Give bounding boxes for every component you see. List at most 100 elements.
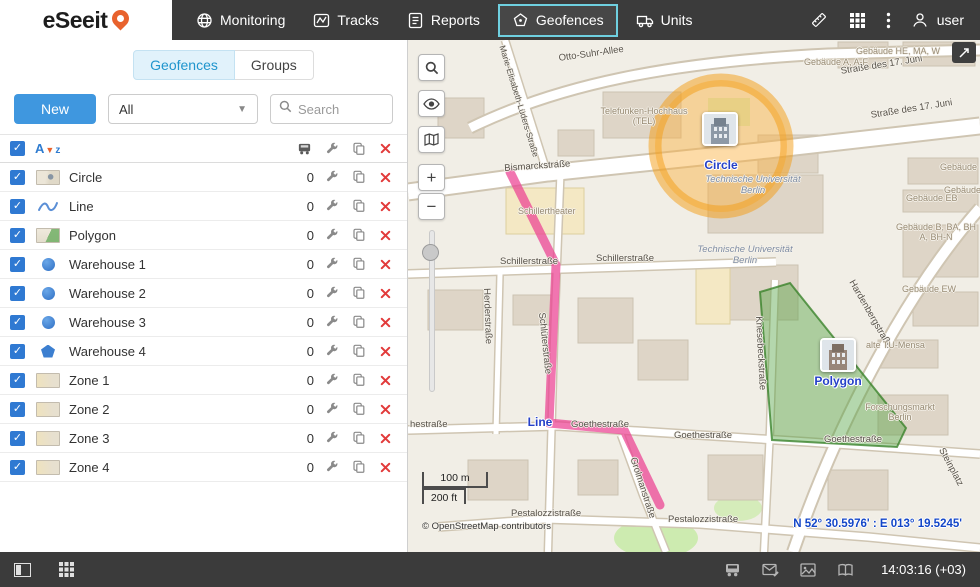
copy-column-icon[interactable] <box>345 142 372 156</box>
geofence-checkbox[interactable]: ✓ <box>10 256 25 272</box>
nav-monitoring[interactable]: Monitoring <box>186 4 295 37</box>
polygon-geofence-marker[interactable] <box>820 338 856 372</box>
image-icon[interactable] <box>800 562 816 577</box>
cursor-coordinates: N 52° 30.5976' : E 013° 19.5245' <box>793 518 962 530</box>
geofence-checkbox[interactable]: ✓ <box>10 459 25 475</box>
geofence-checkbox[interactable]: ✓ <box>10 343 25 359</box>
delete-geofence-button[interactable] <box>372 316 399 329</box>
edit-geofence-button[interactable] <box>318 286 345 300</box>
geofence-row[interactable]: ✓ Circle 0 <box>0 163 407 192</box>
layout-toggle-icon[interactable] <box>14 562 31 577</box>
edit-geofence-button[interactable] <box>318 344 345 358</box>
copy-geofence-button[interactable] <box>345 402 372 416</box>
copy-geofence-button[interactable] <box>345 431 372 445</box>
edit-geofence-button[interactable] <box>318 170 345 184</box>
geofence-row[interactable]: ✓ Warehouse 4 0 <box>0 337 407 366</box>
delete-geofence-button[interactable] <box>372 258 399 271</box>
geofence-row[interactable]: ✓ Zone 1 0 <box>0 366 407 395</box>
copy-geofence-button[interactable] <box>345 286 372 300</box>
geofence-row[interactable]: ✓ Warehouse 3 0 <box>0 308 407 337</box>
book-panel-icon[interactable] <box>837 563 854 577</box>
geofence-row[interactable]: ✓ Warehouse 2 0 <box>0 279 407 308</box>
copy-geofence-button[interactable] <box>345 199 372 213</box>
edit-geofence-button[interactable] <box>318 199 345 213</box>
tab-geofences[interactable]: Geofences <box>133 50 235 80</box>
edit-geofence-button[interactable] <box>318 431 345 445</box>
kebab-menu-icon[interactable] <box>886 12 891 29</box>
zoom-out-button[interactable]: − <box>418 193 445 220</box>
geofence-row[interactable]: ✓ Warehouse 1 0 <box>0 250 407 279</box>
geofence-checkbox[interactable]: ✓ <box>10 227 25 243</box>
copy-geofence-button[interactable] <box>345 257 372 271</box>
sort-az-icon[interactable]: A ▼ z <box>35 141 60 156</box>
circle-geofence-marker[interactable] <box>702 112 738 146</box>
units-column-icon[interactable] <box>291 141 318 156</box>
geofence-row[interactable]: ✓ Zone 3 0 <box>0 424 407 453</box>
logo[interactable]: eSeeit <box>0 0 172 40</box>
edit-geofence-button[interactable] <box>318 315 345 329</box>
geofence-checkbox[interactable]: ✓ <box>10 372 25 388</box>
edit-geofence-button[interactable] <box>318 257 345 271</box>
geofence-row[interactable]: ✓ Line 0 <box>0 192 407 221</box>
map[interactable]: Otto-Suhr-Allee Straße des 17. Juni Stra… <box>408 40 980 552</box>
delete-geofence-button[interactable] <box>372 461 399 474</box>
geofence-checkbox[interactable]: ✓ <box>10 314 25 330</box>
geofence-name: Zone 1 <box>69 372 110 388</box>
geofence-checkbox[interactable]: ✓ <box>10 430 25 446</box>
geofence-checkbox[interactable]: ✓ <box>10 401 25 417</box>
filter-select[interactable]: All ▼ <box>108 94 258 124</box>
tab-groups[interactable]: Groups <box>234 50 314 80</box>
visibility-eye-button[interactable] <box>418 90 445 117</box>
message-edit-icon[interactable] <box>762 563 779 577</box>
copy-geofence-button[interactable] <box>345 460 372 474</box>
delete-geofence-button[interactable] <box>372 287 399 300</box>
zoom-slider-handle[interactable] <box>422 244 439 261</box>
delete-geofence-button[interactable] <box>372 403 399 416</box>
delete-geofence-button[interactable] <box>372 171 399 184</box>
edit-geofence-button[interactable] <box>318 460 345 474</box>
delete-geofence-button[interactable] <box>372 345 399 358</box>
select-all-checkbox[interactable]: ✓ <box>10 141 25 156</box>
delete-geofence-button[interactable] <box>372 229 399 242</box>
nav-geofences[interactable]: Geofences <box>497 3 618 37</box>
nav-units[interactable]: Units <box>626 4 703 37</box>
new-geofence-button[interactable]: New <box>14 94 96 124</box>
delete-geofence-button[interactable] <box>372 432 399 445</box>
zoom-in-button[interactable]: + <box>418 164 445 191</box>
geofence-name: Warehouse 2 <box>69 285 146 301</box>
delete-geofence-button[interactable] <box>372 374 399 387</box>
delete-column-icon[interactable] <box>372 142 399 155</box>
nav-reports[interactable]: Reports <box>397 4 490 37</box>
search-input[interactable] <box>298 101 384 117</box>
geofence-checkbox[interactable]: ✓ <box>10 198 25 214</box>
copy-geofence-button[interactable] <box>345 344 372 358</box>
map-layers-button[interactable] <box>418 126 445 153</box>
edit-geofence-button[interactable] <box>318 402 345 416</box>
copy-geofence-button[interactable] <box>345 373 372 387</box>
collapse-panel-button[interactable] <box>952 42 976 63</box>
geofence-row[interactable]: ✓ Polygon 0 <box>0 221 407 250</box>
transport-icon[interactable] <box>724 562 741 577</box>
user-menu[interactable]: user <box>911 11 964 29</box>
geofence-checkbox[interactable]: ✓ <box>10 285 25 301</box>
nav-tracks[interactable]: Tracks <box>303 4 388 37</box>
nav-label: Monitoring <box>220 12 286 28</box>
street-label: Goethestraße <box>571 419 630 430</box>
geofence-count: 0 <box>306 343 314 359</box>
ruler-icon[interactable] <box>809 10 829 30</box>
apps-grid-icon[interactable] <box>849 12 866 29</box>
map-search-button[interactable] <box>418 54 445 81</box>
copy-geofence-button[interactable] <box>345 228 372 242</box>
geofence-row[interactable]: ✓ Zone 4 0 <box>0 453 407 482</box>
edit-geofence-button[interactable] <box>318 373 345 387</box>
polygon-geofence-label: Polygon <box>814 374 862 388</box>
reports-icon <box>407 12 424 29</box>
copy-geofence-button[interactable] <box>345 315 372 329</box>
delete-geofence-button[interactable] <box>372 200 399 213</box>
edit-column-icon[interactable] <box>318 142 345 156</box>
geofence-checkbox[interactable]: ✓ <box>10 169 25 185</box>
bottom-grid-icon[interactable] <box>59 562 74 577</box>
geofence-row[interactable]: ✓ Zone 2 0 <box>0 395 407 424</box>
copy-geofence-button[interactable] <box>345 170 372 184</box>
edit-geofence-button[interactable] <box>318 228 345 242</box>
